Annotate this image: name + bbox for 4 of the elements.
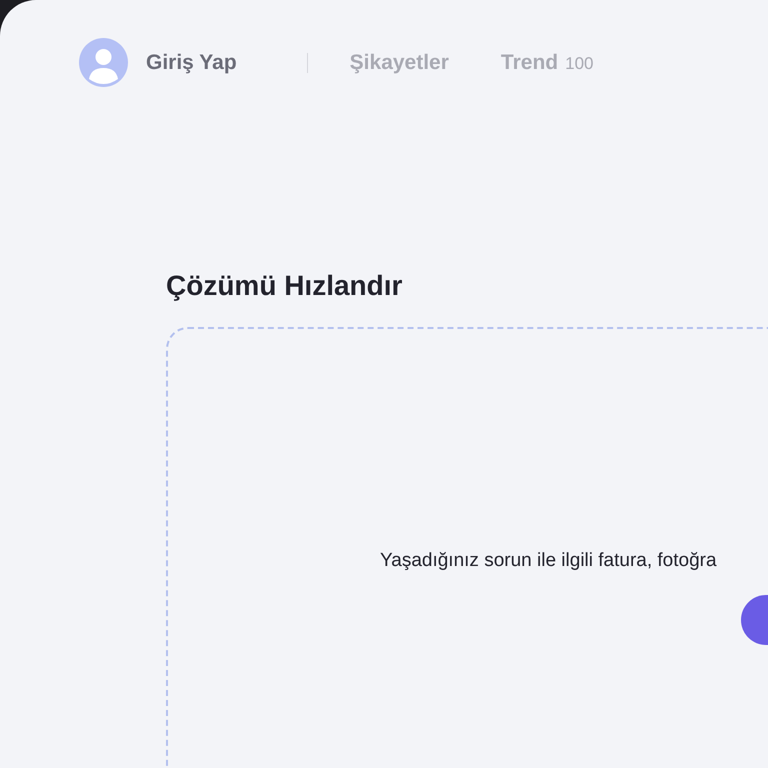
login-link[interactable]: Giriş Yap — [146, 46, 237, 78]
section-title: Çözümü Hızlandır — [166, 269, 404, 303]
upload-dropzone[interactable]: Yaşadığınız sorun ile ilgili fatura, fotoğra — [166, 327, 768, 768]
upload-instructions: Yaşadığınız sorun ile ilgili fatura, fotoğra — [380, 549, 717, 573]
